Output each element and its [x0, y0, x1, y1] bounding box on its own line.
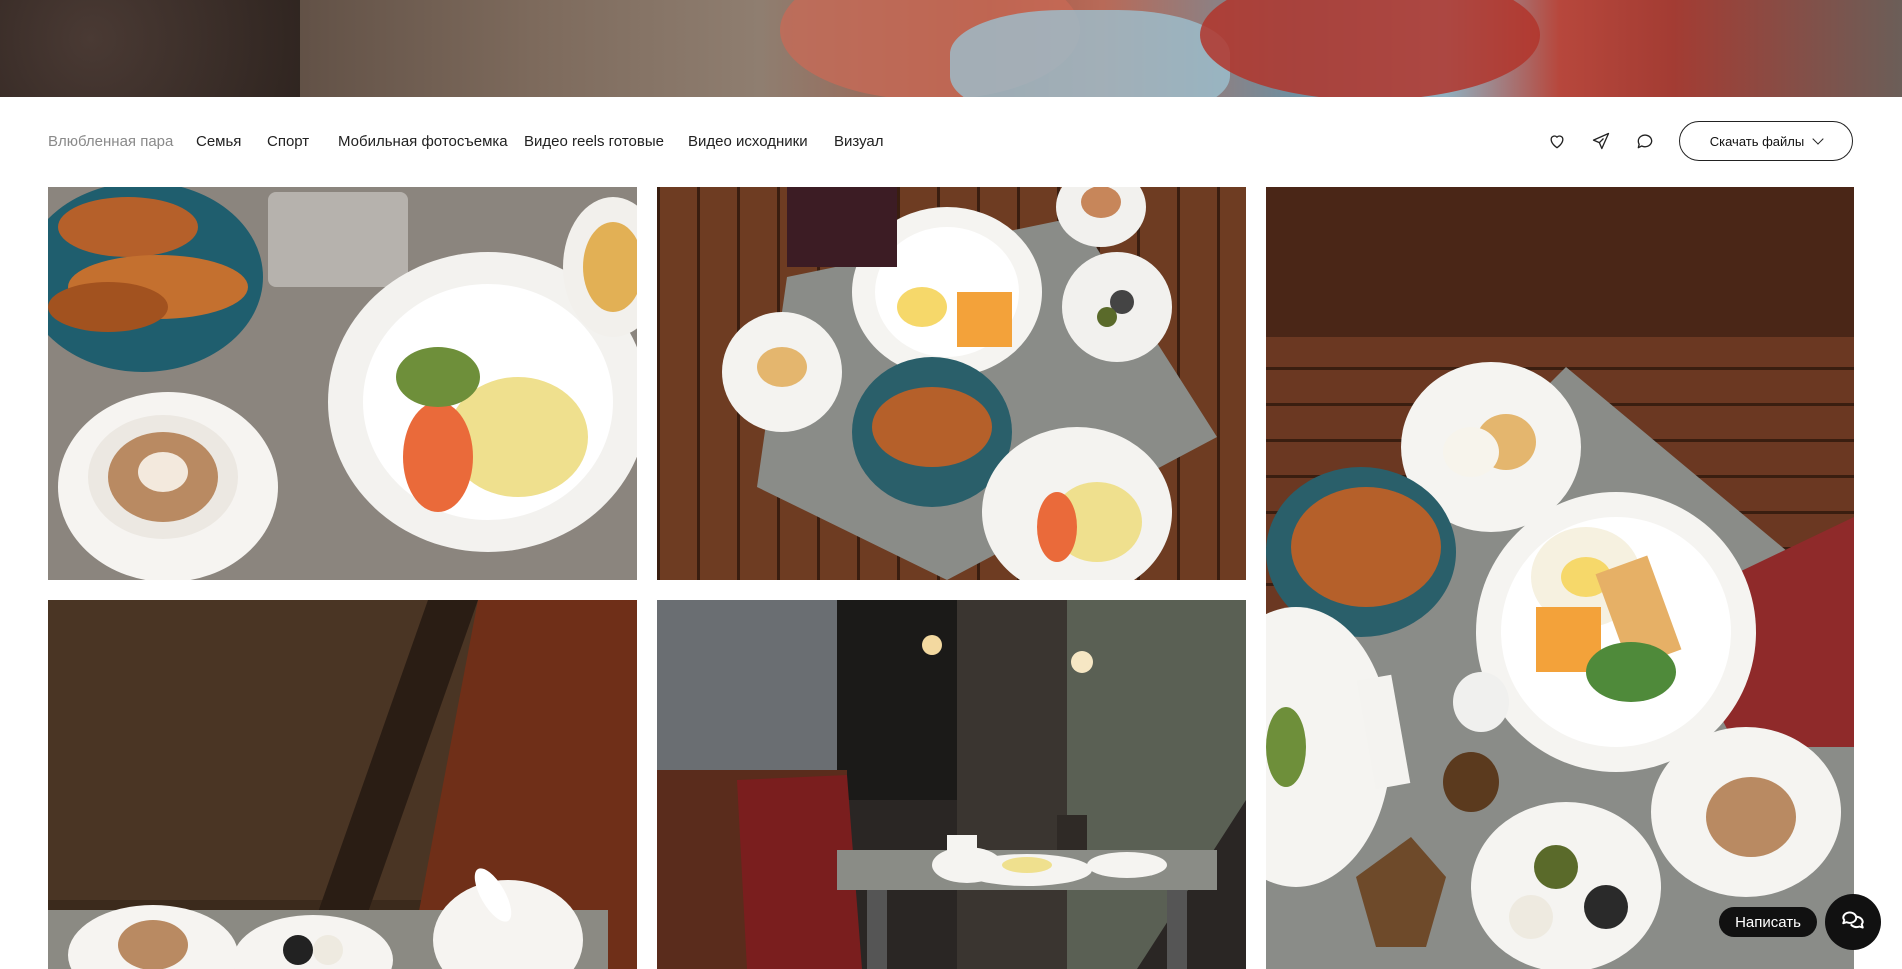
write-message-label[interactable]: Написать: [1719, 907, 1817, 937]
nav-item-couple[interactable]: Влюбленная пара: [48, 133, 173, 150]
gallery-photo-2[interactable]: [657, 187, 1246, 580]
nav-item-source-video[interactable]: Видео исходники: [688, 133, 808, 150]
nav-item-reels-video[interactable]: Видео reels готовые: [524, 133, 664, 150]
gallery-photo-5[interactable]: [657, 600, 1246, 969]
hero-cover-image: [0, 0, 1902, 97]
chat-bubbles-icon: [1840, 907, 1866, 938]
nav-item-mobile-photo[interactable]: Мобильная фотосъемка: [338, 133, 508, 150]
nav-item-sport[interactable]: Спорт: [267, 133, 309, 150]
send-icon[interactable]: [1591, 131, 1611, 151]
category-nav: Влюбленная пара Семья Спорт Мобильная фо…: [0, 97, 1902, 187]
heart-icon[interactable]: [1547, 131, 1567, 151]
gallery-photo-3[interactable]: [1266, 187, 1854, 969]
chevron-down-icon: [1812, 133, 1824, 145]
comment-icon[interactable]: [1635, 131, 1655, 151]
nav-item-family[interactable]: Семья: [196, 133, 241, 150]
gallery-photo-1[interactable]: [48, 187, 637, 580]
download-files-label: Скачать файлы: [1709, 133, 1805, 149]
gallery-photo-4[interactable]: [48, 600, 637, 969]
nav-item-visual[interactable]: Визуал: [834, 133, 884, 150]
download-files-button[interactable]: Скачать файлы: [1679, 121, 1853, 161]
chat-button[interactable]: [1825, 894, 1881, 950]
